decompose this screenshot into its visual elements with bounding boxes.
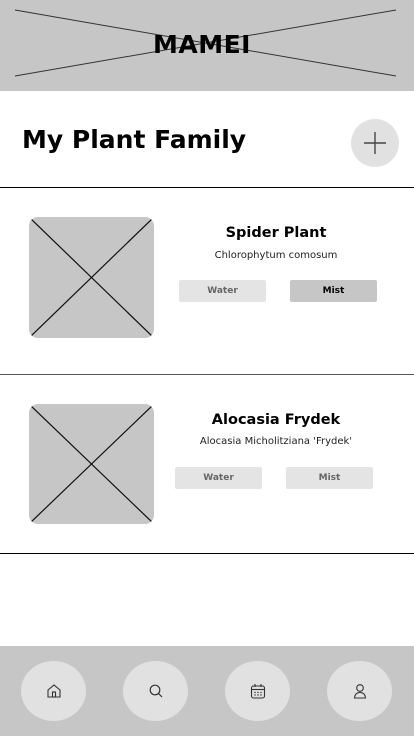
calendar-icon [250,684,266,699]
plant-image-placeholder [29,217,154,338]
plant-scientific-name: Alocasia Micholitziana 'Frydek' [199,436,353,447]
search-icon [149,684,163,698]
plus-icon [364,132,386,154]
mist-button[interactable]: Mist [286,467,373,489]
water-button[interactable]: Water [179,280,266,302]
user-icon [353,684,367,699]
mist-button[interactable]: Mist [290,280,377,302]
nav-calendar-button[interactable] [225,661,290,721]
plant-card[interactable]: Alocasia Frydek Alocasia Micholitziana '… [0,375,414,553]
home-icon [47,684,61,698]
plant-image-placeholder [29,404,154,524]
water-button[interactable]: Water [175,467,262,489]
plant-name: Spider Plant [225,225,327,241]
page-title: My Plant Family [22,125,247,154]
add-plant-button[interactable] [351,119,399,167]
nav-search-button[interactable] [123,661,188,721]
plant-scientific-name: Chlorophytum comosum [214,250,338,261]
app-logo: MAMEI [153,30,251,59]
app-header: MAMEI [0,0,414,91]
nav-home-button[interactable] [21,661,86,721]
divider [0,553,414,554]
nav-profile-button[interactable] [327,661,392,721]
plant-card[interactable]: Spider Plant Chlorophytum comosum Water … [0,188,414,374]
bottom-nav [0,646,414,736]
plant-name: Alocasia Frydek [211,412,341,428]
